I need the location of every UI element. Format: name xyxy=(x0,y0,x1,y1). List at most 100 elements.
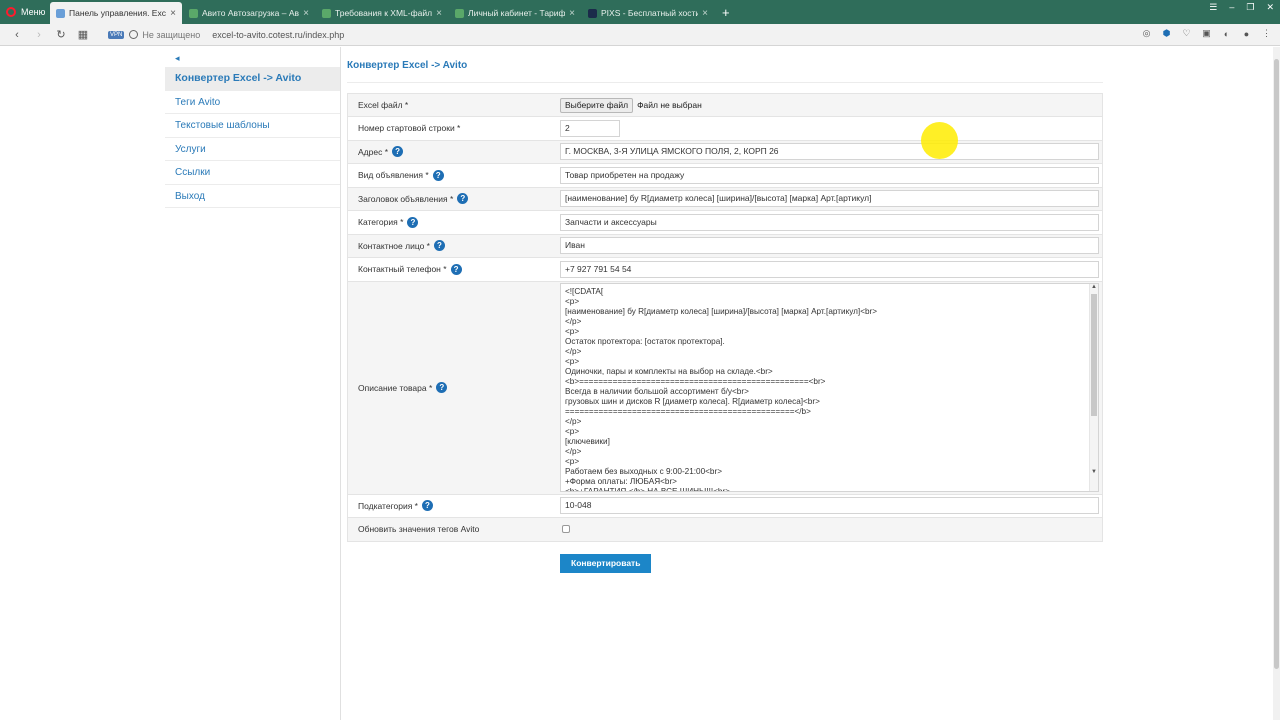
description-line: <p> xyxy=(565,457,580,466)
vpn-badge[interactable]: VPN xyxy=(108,30,125,39)
tab-close-icon[interactable]: × xyxy=(436,8,442,19)
new-tab-button[interactable]: + xyxy=(715,2,737,24)
textarea-scrollbar[interactable]: ▲ ▼ xyxy=(1089,284,1098,491)
description-row: Описание товара *? <![CDATA[<p> [наименов… xyxy=(348,281,1102,495)
sidebar-item[interactable]: Ссылки xyxy=(165,161,340,185)
help-icon[interactable]: ? xyxy=(432,169,444,181)
browser-tab[interactable]: Панель управления. Excel × xyxy=(50,2,182,24)
converter-form: Excel файл * Выберите файл Файл не выбра… xyxy=(347,93,1103,542)
scroll-thumb[interactable] xyxy=(1091,294,1097,416)
description-line: [ключевики] xyxy=(565,437,610,446)
sidebar-item[interactable]: Теги Avito xyxy=(165,91,340,114)
tab-close-icon[interactable]: × xyxy=(702,8,708,19)
contact-person-row: Контактное лицо *? Иван xyxy=(348,234,1102,258)
snapshot-icon[interactable]: ◐ xyxy=(1221,28,1232,39)
window-controls: ☰ – ❐ ✕ xyxy=(1209,2,1274,13)
reload-icon[interactable]: ↻ xyxy=(50,28,72,41)
description-line: <p> xyxy=(565,327,580,336)
description-line: Работаем без выходных с 9:00-21:00<br> xyxy=(565,467,722,476)
extension-icon[interactable]: ▣ xyxy=(1201,28,1212,39)
convert-button[interactable]: Конвертировать xyxy=(560,554,652,573)
contact-person-input[interactable]: Иван xyxy=(560,237,1099,255)
tab-close-icon[interactable]: × xyxy=(569,8,575,19)
category-input[interactable]: Запчасти и аксессуары xyxy=(560,213,1099,231)
scroll-down-icon[interactable]: ▼ xyxy=(1091,469,1097,475)
contact-phone-input[interactable]: +7 927 791 54 54 xyxy=(560,260,1099,278)
help-icon[interactable]: ? xyxy=(407,216,419,228)
description-text: <![CDATA[ <p> [наименование] бу R[диаметр … xyxy=(561,284,1098,491)
description-line: +Форма оплаты: ЛЮБАЯ<br> xyxy=(565,477,677,486)
tab-title: PIXS - Бесплатный хостин xyxy=(601,8,699,18)
sidebar-item[interactable]: Текстовые шаблоны xyxy=(165,114,340,138)
url-field[interactable]: excel-to-avito.cotest.ru/index.php xyxy=(212,30,344,40)
address-input[interactable]: Г. МОСКВА, 3-Я УЛИЦА ЯМСКОГО ПОЛЯ, 2, КО… xyxy=(560,143,1099,161)
browser-tab[interactable]: Требования к XML-файлу × xyxy=(316,2,448,24)
start-row-input[interactable]: 2 xyxy=(560,119,620,137)
collapse-sidebar-icon[interactable]: ◂ xyxy=(165,47,340,67)
shield-icon[interactable]: ⬢ xyxy=(1161,28,1172,39)
scroll-up-icon[interactable]: ▲ xyxy=(1091,284,1097,290)
security-status[interactable]: Не защищено xyxy=(142,30,200,40)
menu-label: Меню xyxy=(21,7,46,17)
help-icon[interactable]: ? xyxy=(392,146,404,158)
ad-type-row: Вид объявления *? Товар приобретен на пр… xyxy=(348,164,1102,188)
description-line: грузовых шин и дисков R [диаметр колеса]… xyxy=(565,397,820,406)
ad-title-label: Заголовок объявления * xyxy=(358,193,454,204)
help-icon[interactable]: ? xyxy=(434,240,445,252)
ad-title-input[interactable]: [наименование] бу R[диаметр колеса] [шир… xyxy=(560,190,1099,208)
address-row: Адрес *? Г. МОСКВА, 3-Я УЛИЦА ЯМСКОГО ПО… xyxy=(348,140,1102,164)
tab-favicon-icon xyxy=(56,8,65,18)
sidebar-item[interactable]: Выход xyxy=(165,185,340,208)
help-icon[interactable]: ? xyxy=(421,500,433,512)
back-icon[interactable]: ‹ xyxy=(6,29,28,41)
ad-title-row: Заголовок объявления *? [наименование] б… xyxy=(348,187,1102,211)
tab-favicon-icon xyxy=(189,8,198,18)
browser-tab[interactable]: Авито Автозагрузка – Ави × xyxy=(183,2,315,24)
ad-type-input[interactable]: Товар приобретен на продажу xyxy=(560,166,1099,184)
browser-tab[interactable]: Личный кабинет - Тариф × xyxy=(449,2,581,24)
description-line: </p> xyxy=(565,447,582,456)
sidebar-item[interactable]: Конвертер Excel -> Avito xyxy=(165,67,340,91)
help-icon[interactable]: ? xyxy=(457,193,469,205)
heart-icon[interactable]: ♡ xyxy=(1181,28,1192,39)
speed-dial-icon[interactable]: ▦ xyxy=(72,28,94,41)
page-scrollbar[interactable] xyxy=(1273,47,1280,720)
description-line: Всегда в наличии большой ассортимент б/у… xyxy=(565,387,749,396)
filter-icon[interactable]: ☰ xyxy=(1209,2,1217,13)
description-line: <![CDATA[ xyxy=(565,287,604,296)
start-row-label: Номер стартовой строки * xyxy=(358,123,461,134)
tab-favicon-icon xyxy=(322,8,331,18)
description-line: Одиночки, пары и комплекты на выбор на с… xyxy=(565,367,773,376)
description-line: </p> xyxy=(565,347,582,356)
maximize-icon[interactable]: ❐ xyxy=(1246,2,1254,13)
description-textarea[interactable]: <![CDATA[ <p> [наименование] бу R[диаметр … xyxy=(560,283,1099,492)
page-scroll-thumb[interactable] xyxy=(1274,59,1279,669)
tab-strip: Панель управления. Excel × Авито Автозагру… xyxy=(50,2,715,24)
tab-close-icon[interactable]: × xyxy=(170,8,176,19)
ad-type-label: Вид объявления * xyxy=(358,170,429,181)
sidebar-item[interactable]: Услуги xyxy=(165,138,340,161)
avatar-icon[interactable]: ● xyxy=(1241,28,1252,39)
description-line: </p> xyxy=(565,317,582,326)
update-tags-checkbox[interactable] xyxy=(562,525,570,534)
cursor-highlight xyxy=(921,122,958,159)
minimize-icon[interactable]: – xyxy=(1229,2,1234,13)
main-panel: Конвертер Excel -> Avito Excel файл * Вы… xyxy=(347,47,1103,573)
subcategory-input[interactable]: 10-048 xyxy=(560,497,1099,515)
file-status: Файл не выбран xyxy=(637,100,702,110)
choose-file-button[interactable]: Выберите файл xyxy=(560,97,634,113)
tab-close-icon[interactable]: × xyxy=(303,8,309,19)
forward-icon[interactable]: › xyxy=(28,29,50,41)
description-line: <b>=====================================… xyxy=(565,377,826,386)
more-icon[interactable]: ⋮ xyxy=(1261,28,1272,39)
browser-tab[interactable]: PIXS - Бесплатный хостин × xyxy=(582,2,714,24)
opera-menu-button[interactable]: Меню xyxy=(0,0,50,24)
description-line: [наименование] бу R[диаметр колеса] [шир… xyxy=(565,307,878,316)
camera-icon[interactable]: ◎ xyxy=(1141,28,1152,39)
help-icon[interactable]: ? xyxy=(450,263,462,275)
close-window-icon[interactable]: ✕ xyxy=(1266,2,1274,13)
description-line: Остаток протектора: [остаток протектора]… xyxy=(565,337,725,346)
help-icon[interactable]: ? xyxy=(436,382,448,393)
excel-file-label: Excel файл * xyxy=(358,100,409,110)
category-label: Категория * xyxy=(358,217,404,228)
